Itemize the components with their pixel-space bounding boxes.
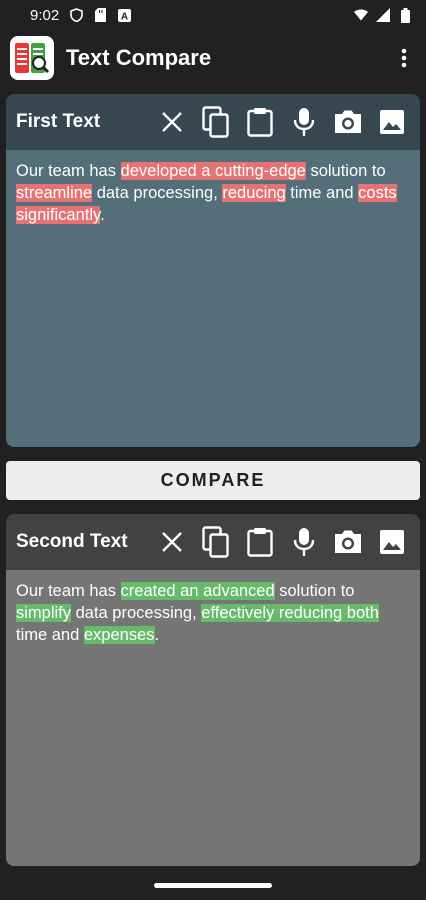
text-segment: . bbox=[154, 626, 160, 644]
clear-icon[interactable] bbox=[154, 104, 190, 140]
first-text-toolbar bbox=[154, 104, 410, 140]
copy-icon[interactable] bbox=[198, 104, 234, 140]
second-text-content: Our team has created an advanced solutio… bbox=[16, 582, 379, 644]
mic-icon[interactable] bbox=[286, 524, 322, 560]
camera-icon[interactable] bbox=[330, 524, 366, 560]
first-text-panel: First Text Our team has developed a cutt… bbox=[6, 94, 420, 447]
copy-icon[interactable] bbox=[198, 524, 234, 560]
added-text-segment: expenses bbox=[83, 626, 155, 644]
app-title: Text Compare bbox=[66, 45, 212, 70]
removed-text-segment: reducing bbox=[222, 184, 286, 202]
sd-card-icon bbox=[93, 8, 107, 22]
shield-icon bbox=[69, 8, 83, 22]
a-badge-icon: A bbox=[117, 8, 131, 22]
first-text-body[interactable]: Our team has developed a cutting-edge so… bbox=[6, 150, 420, 447]
image-icon[interactable] bbox=[374, 104, 410, 140]
text-segment: time and bbox=[16, 626, 84, 644]
image-icon[interactable] bbox=[374, 524, 410, 560]
text-segment: Our team has bbox=[16, 582, 121, 600]
home-indicator bbox=[154, 883, 272, 888]
paste-icon[interactable] bbox=[242, 104, 278, 140]
text-segment: Our team has bbox=[16, 162, 121, 180]
first-text-title: First Text bbox=[16, 111, 101, 132]
compare-button[interactable]: COMPARE bbox=[6, 461, 420, 500]
text-segment: . bbox=[100, 206, 105, 224]
added-text-segment: effectively reducing both bbox=[201, 604, 379, 622]
svg-text:A: A bbox=[121, 11, 128, 22]
second-text-header: Second Text bbox=[6, 514, 420, 570]
removed-text-segment: developed a cutting-edge bbox=[120, 162, 306, 180]
added-text-segment: created an advanced bbox=[120, 582, 275, 600]
clear-icon[interactable] bbox=[154, 524, 190, 560]
status-bar: 9:02 A bbox=[0, 0, 426, 30]
status-time: 9:02 bbox=[30, 6, 60, 24]
text-segment: time and bbox=[285, 184, 359, 202]
wifi-icon bbox=[354, 8, 368, 22]
battery-icon bbox=[398, 7, 412, 23]
text-compare-logo bbox=[10, 36, 54, 80]
second-text-toolbar bbox=[154, 524, 410, 560]
second-text-panel: Second Text Our team has created an adva… bbox=[6, 514, 420, 866]
more-vert-icon[interactable] bbox=[392, 38, 416, 78]
second-text-body[interactable]: Our team has created an advanced solutio… bbox=[6, 570, 420, 866]
removed-text-segment: streamline bbox=[16, 184, 93, 202]
first-text-content: Our team has developed a cutting-edge so… bbox=[16, 162, 397, 224]
added-text-segment: simplify bbox=[16, 604, 72, 622]
text-segment: data processing, bbox=[71, 604, 202, 622]
text-segment: solution to bbox=[305, 162, 386, 180]
paste-icon[interactable] bbox=[242, 524, 278, 560]
text-segment: data processing, bbox=[92, 184, 223, 202]
mic-icon[interactable] bbox=[286, 104, 322, 140]
camera-icon[interactable] bbox=[330, 104, 366, 140]
signal-icon bbox=[376, 8, 390, 22]
second-text-title: Second Text bbox=[16, 531, 128, 552]
app-bar: Text Compare bbox=[0, 30, 426, 86]
first-text-header: First Text bbox=[6, 94, 420, 150]
text-segment: solution to bbox=[274, 582, 355, 600]
